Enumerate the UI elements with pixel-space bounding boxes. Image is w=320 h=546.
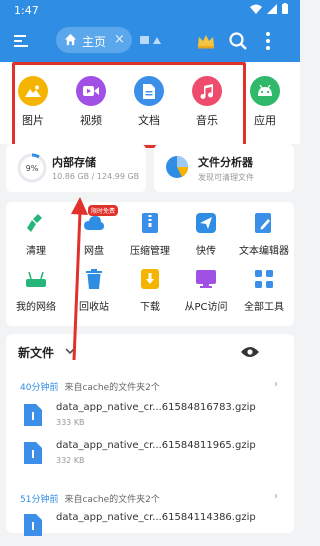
- internal-storage-card[interactable]: 9% 内部存储 10.86 GB / 124.99 GB: [6, 144, 146, 192]
- quick-item-label: 音乐: [196, 114, 218, 127]
- tool-quick-send[interactable]: 快传: [176, 212, 236, 257]
- file-analyzer-card[interactable]: 文件分析器 发现可清理文件: [154, 144, 294, 192]
- tool-label: 网盘: [84, 246, 104, 257]
- tool-compression[interactable]: 压缩管理: [120, 212, 180, 257]
- quick-item-label: 图片: [22, 114, 44, 127]
- group-time: 40分钟前: [20, 383, 59, 393]
- quick-item-documents[interactable]: 文档: [124, 76, 174, 128]
- chevron-down-icon[interactable]: [64, 346, 76, 356]
- edit-icon: [253, 212, 275, 234]
- quick-item-videos[interactable]: 视频: [66, 76, 116, 128]
- quick-item-apps[interactable]: 应用: [240, 76, 290, 128]
- quick-item-music[interactable]: 音乐: [182, 76, 232, 128]
- android-icon: [250, 76, 280, 106]
- tool-my-network[interactable]: 我的网络: [6, 268, 66, 313]
- tool-clean[interactable]: 清理: [6, 212, 66, 257]
- file-item[interactable]: data_app_native_cr...61584816783.gzip 33…: [24, 402, 284, 436]
- file-size: 332 KB: [56, 456, 85, 465]
- quick-item-label: 应用: [254, 114, 276, 127]
- new-files-title: 新文件: [18, 346, 55, 360]
- tool-label: 我的网络: [16, 302, 56, 313]
- file-name: data_app_native_cr...61584816783.gzip: [56, 402, 256, 413]
- tool-text-editor[interactable]: 文本编辑器: [234, 212, 294, 257]
- video-icon: [76, 76, 106, 106]
- group-header[interactable]: 51分钟前 来自cache的文件夹2个: [20, 492, 160, 505]
- tool-label: 压缩管理: [130, 246, 170, 257]
- monitor-icon: [195, 268, 217, 290]
- image-icon: [18, 76, 48, 106]
- signal-icon: [267, 3, 277, 14]
- grid-icon: [253, 268, 275, 290]
- group-source: 来自cache的文件夹2个: [64, 383, 160, 393]
- crown-icon[interactable]: [196, 31, 216, 51]
- router-icon: [25, 268, 47, 290]
- more-options-icon[interactable]: [264, 30, 272, 52]
- tool-recycle-bin[interactable]: 回收站: [64, 268, 124, 313]
- tool-label: 从PC访问: [184, 302, 228, 313]
- tab-switch-icon[interactable]: [138, 33, 164, 47]
- search-icon[interactable]: [228, 31, 248, 51]
- quick-item-images[interactable]: 图片: [8, 76, 58, 128]
- file-icon: [24, 404, 42, 426]
- home-icon: [64, 33, 77, 46]
- file-item[interactable]: data_app_native_cr...61584811965.gzip 33…: [24, 440, 284, 474]
- close-tab-icon[interactable]: ×: [114, 32, 125, 47]
- battery-icon: [282, 3, 288, 14]
- tool-label: 下载: [140, 302, 160, 313]
- tool-label: 全部工具: [244, 302, 284, 313]
- group-time: 51分钟前: [20, 495, 59, 505]
- chevron-right-icon[interactable]: ›: [274, 491, 278, 502]
- group-header[interactable]: 40分钟前 来自cache的文件夹2个: [20, 380, 160, 393]
- menu-icon[interactable]: [12, 31, 32, 51]
- broom-icon: [25, 212, 47, 234]
- group-source: 来自cache的文件夹2个: [64, 495, 160, 505]
- chevron-right-icon[interactable]: ›: [274, 379, 278, 390]
- quick-item-label: 文档: [138, 114, 160, 127]
- file-name: data_app_native_cr...61584114386.gzip: [56, 512, 256, 523]
- status-icons: [250, 3, 288, 14]
- send-icon: [195, 212, 217, 234]
- tool-label: 文本编辑器: [239, 246, 289, 257]
- file-size: 333 KB: [56, 418, 85, 427]
- limited-free-badge: 限时免费: [88, 205, 119, 216]
- tool-label: 清理: [26, 246, 46, 257]
- storage-title: 内部存储: [52, 156, 96, 169]
- tab-home-label: 主页: [82, 35, 107, 49]
- tool-downloads[interactable]: 下载: [120, 268, 180, 313]
- status-time: 1:47: [14, 4, 39, 17]
- tool-cloud-drive[interactable]: 网盘: [64, 212, 124, 257]
- zip-icon: [139, 212, 161, 234]
- storage-percent: 9%: [26, 164, 39, 173]
- new-files-panel: 新文件 40分钟前 来自cache的文件夹2个 › data_app_native…: [6, 334, 294, 536]
- tool-pc-access[interactable]: 从PC访问: [176, 268, 236, 313]
- music-icon: [192, 76, 222, 106]
- tool-all-tools[interactable]: 全部工具: [234, 268, 294, 313]
- storage-usage-ring: 9%: [17, 153, 47, 183]
- eye-icon[interactable]: [241, 346, 259, 358]
- analyzer-title: 文件分析器: [198, 156, 253, 169]
- status-bar: 1:47: [0, 0, 300, 20]
- wifi-icon: [250, 4, 262, 14]
- pie-chart-icon: [166, 156, 189, 178]
- document-icon: [134, 76, 164, 106]
- quick-item-label: 视频: [80, 114, 102, 127]
- tab-home[interactable]: 主页 ×: [56, 27, 132, 53]
- storage-usage: 10.86 GB / 124.99 GB: [52, 172, 140, 181]
- analyzer-subtitle: 发现可清理文件: [198, 173, 254, 182]
- tool-label: 回收站: [79, 302, 109, 313]
- file-icon: [24, 442, 42, 464]
- file-name: data_app_native_cr...61584811965.gzip: [56, 440, 256, 451]
- tool-label: 快传: [196, 246, 216, 257]
- download-icon: [139, 268, 161, 290]
- top-toolbar: 主页 ×: [0, 20, 300, 62]
- quick-access-row: 图片 视频 文档 音乐 应用: [0, 62, 300, 144]
- file-item[interactable]: data_app_native_cr...61584114386.gzip: [24, 512, 284, 546]
- trash-icon: [83, 268, 105, 290]
